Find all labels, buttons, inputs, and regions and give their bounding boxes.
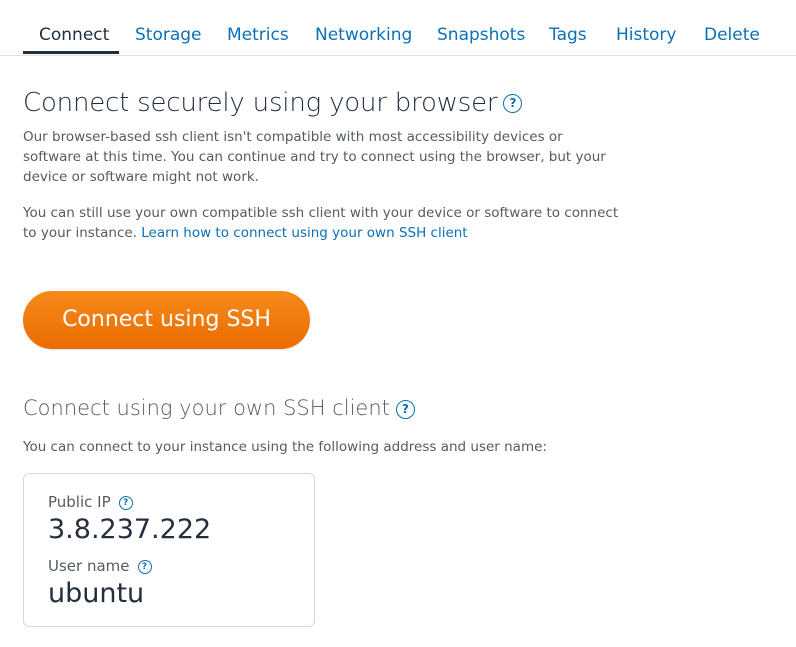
own-client-section-title: Connect using your own SSH client? (23, 396, 415, 420)
tab-storage[interactable]: Storage (135, 25, 202, 45)
public-ip-value: 3.8.237.222 (48, 514, 212, 545)
public-ip-label: Public IP? (48, 493, 133, 511)
question-circle-icon[interactable]: ? (137, 559, 152, 574)
learn-own-ssh-link[interactable]: Learn how to connect using your own SSH … (141, 225, 467, 241)
username-label: User name? (48, 557, 152, 575)
public-ip-label-text: Public IP (48, 493, 111, 511)
accessibility-notice: Our browser-based ssh client isn't compa… (23, 129, 606, 185)
own-client-notice: You can still use your own compatible ss… (23, 203, 623, 243)
tab-connect[interactable]: Connect (39, 25, 109, 45)
browser-section-title: Connect securely using your browser? (23, 88, 523, 118)
question-circle-icon[interactable]: ? (503, 94, 523, 113)
tab-metrics[interactable]: Metrics (227, 25, 289, 45)
tab-bar: Connect Storage Metrics Networking Snaps… (0, 0, 796, 56)
username-value: ubuntu (48, 578, 145, 609)
own-client-description: You can connect to your instance using t… (23, 439, 547, 455)
tab-networking[interactable]: Networking (315, 25, 412, 45)
tab-delete[interactable]: Delete (704, 25, 760, 45)
tab-snapshots[interactable]: Snapshots (437, 25, 525, 45)
question-circle-icon[interactable]: ? (395, 399, 415, 419)
username-label-text: User name (48, 557, 130, 575)
tab-history[interactable]: History (616, 25, 676, 45)
connect-ssh-button[interactable]: Connect using SSH (23, 291, 310, 349)
own-client-section-title-text: Connect using your own SSH client (23, 396, 390, 420)
active-tab-indicator (23, 51, 119, 54)
connection-details-card: Public IP? 3.8.237.222 User name? ubuntu (23, 473, 315, 627)
question-circle-icon[interactable]: ? (118, 495, 133, 510)
browser-section-title-text: Connect securely using your browser (23, 88, 498, 118)
tab-tags[interactable]: Tags (549, 25, 587, 45)
